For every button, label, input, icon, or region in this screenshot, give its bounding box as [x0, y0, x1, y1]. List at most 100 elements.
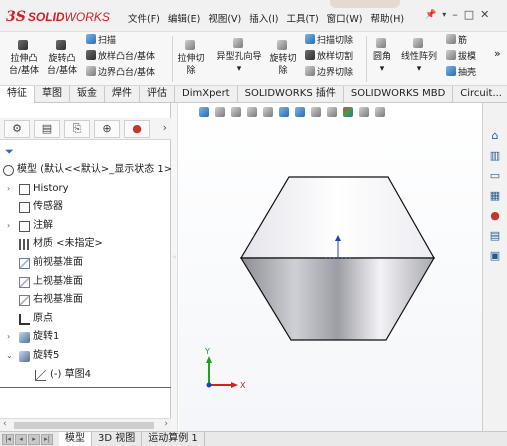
extrude-cut-button[interactable]: 拉伸切 除 [176, 40, 206, 77]
sweep-button[interactable]: 扫描 [86, 34, 116, 47]
feature-tree-tab[interactable]: ⚙ [4, 119, 30, 138]
menu-insert[interactable]: 插入(I) [245, 11, 282, 25]
tab-model[interactable]: 模型 [59, 432, 92, 446]
scroll-left-icon[interactable]: ‹ [3, 419, 7, 429]
next-tab-icon[interactable]: ▸ [28, 433, 40, 445]
tab-evaluate[interactable]: 评估 [140, 86, 175, 103]
lofted-cut-button[interactable]: 放样切割 [305, 50, 353, 63]
menu-view[interactable]: 视图(V) [204, 11, 245, 25]
tab-motion-study[interactable]: 运动算例 1 [142, 432, 205, 446]
property-manager-tab[interactable]: ▤ [34, 119, 60, 138]
hole-wizard-button[interactable]: 异型孔向导 ▾ [212, 38, 266, 75]
tree-item-origin[interactable]: 原点 [0, 310, 171, 329]
tab-3d-view[interactable]: 3D 视图 [92, 432, 143, 446]
fillet-button[interactable]: 圆角 ▾ [370, 38, 394, 75]
tree-item-top-plane[interactable]: 上视基准面 [0, 273, 171, 292]
configuration-manager-tab[interactable]: ⎘ [64, 119, 90, 138]
lower-cone-surface[interactable] [239, 257, 436, 341]
close-button[interactable]: ✕ [480, 8, 489, 21]
design-library-icon[interactable]: ▥ [487, 147, 503, 163]
tab-dimxpert[interactable]: DimXpert [175, 86, 238, 103]
home-icon[interactable]: ⌂ [487, 127, 503, 143]
tab-circuit[interactable]: Circuit... [453, 86, 507, 103]
swept-cut-label: 扫描切除 [317, 36, 354, 46]
expand-icon[interactable]: › [7, 180, 10, 199]
loft-boss-button[interactable]: 放样凸台/基体 [86, 50, 155, 63]
tree-item-sketch4[interactable]: (-) 草图4 [0, 366, 171, 385]
revolve-icon [19, 332, 30, 344]
tab-sheet-metal[interactable]: 钣金 [70, 86, 105, 103]
solidworks-logo[interactable]: 3S SOLIDWORKS [6, 8, 110, 26]
tree-item-front-plane[interactable]: 前视基准面 [0, 254, 171, 273]
shell-label: 抽壳 [458, 68, 477, 78]
panel-scroll-right-icon[interactable]: › [163, 121, 167, 134]
prev-tab-icon[interactable]: ◂ [15, 433, 27, 445]
tab-mbd[interactable]: SOLIDWORKS MBD [344, 86, 454, 103]
tree-label: 原点 [33, 312, 53, 324]
menu-file[interactable]: 文件(F) [124, 11, 164, 25]
file-explorer-icon[interactable]: ▭ [487, 167, 503, 183]
scrollbar-thumb[interactable] [14, 422, 154, 429]
pin-icon[interactable]: 📌 [425, 10, 436, 20]
first-tab-icon[interactable]: |◂ [2, 433, 14, 445]
rollback-bar[interactable] [0, 387, 171, 388]
fillet-dropdown-icon[interactable]: ▾ [380, 64, 385, 74]
boundary-boss-button[interactable]: 边界凸台/基体 [86, 66, 155, 79]
model-viewport[interactable]: Y X [179, 103, 482, 431]
tree-item-material[interactable]: 材质 <未指定> [0, 235, 171, 254]
menu-help[interactable]: 帮助(H) [366, 11, 408, 25]
feature-manager-tabs: ⚙ ▤ ⎘ ⊕ ● › [0, 118, 171, 140]
minimize-button[interactable]: – [452, 8, 458, 21]
forum-icon[interactable]: ▣ [487, 247, 503, 263]
panel-splitter[interactable]: ◦ [171, 103, 178, 431]
swept-cut-button[interactable]: 扫描切除 [305, 34, 353, 47]
tree-item-revolve5[interactable]: ⌄ 旋转5 [0, 347, 171, 366]
tab-features[interactable]: 特征 [0, 86, 35, 103]
menu-tools[interactable]: 工具(T) [282, 11, 322, 25]
rib-button[interactable]: 筋 [446, 34, 467, 47]
tree-item-annotations[interactable]: › 注解 [0, 217, 171, 236]
appearances-icon[interactable]: ● [487, 207, 503, 223]
tree-item-history[interactable]: › History [0, 180, 171, 199]
horizontal-scrollbar[interactable]: ‹ › [0, 418, 171, 431]
expand-icon[interactable]: › [7, 217, 10, 236]
tree-item-right-plane[interactable]: 右视基准面 [0, 291, 171, 310]
funnel-icon[interactable]: ⏷ [5, 145, 14, 159]
tree-model-root[interactable]: 模型 (默认<<默认>_显示状态 1>) [0, 161, 171, 180]
material-icon [19, 239, 30, 251]
revolve-cut-button[interactable]: 旋转切 除 [268, 40, 298, 77]
linear-pattern-dropdown-icon[interactable]: ▾ [417, 64, 422, 74]
tab-weldments[interactable]: 焊件 [105, 86, 140, 103]
history-icon [19, 183, 30, 195]
title-bar: 3S SOLIDWORKS 文件(F) 编辑(E) 视图(V) 插入(I) 工具… [0, 0, 507, 32]
revolve-boss-button[interactable]: 旋转凸 台/基体 [44, 40, 80, 77]
scroll-right-icon[interactable]: › [164, 419, 168, 429]
display-manager-tab[interactable]: ● [124, 119, 150, 138]
model-label: 模型 (默认<<默认>_显示状态 1>) [17, 164, 171, 175]
pin-dropdown-icon[interactable]: ▾ [442, 10, 446, 19]
extrude-boss-button[interactable]: 拉伸凸 台/基体 [6, 40, 42, 77]
custom-properties-icon[interactable]: ▤ [487, 227, 503, 243]
tab-sketch[interactable]: 草图 [35, 86, 70, 103]
expand-icon[interactable]: › [7, 328, 10, 347]
tree-item-revolve1[interactable]: › 旋转1 [0, 328, 171, 347]
collapse-icon[interactable]: ⌄ [6, 347, 13, 366]
last-tab-icon[interactable]: ▸| [41, 433, 53, 445]
tab-addins[interactable]: SOLIDWORKS 插件 [238, 86, 344, 103]
shell-button[interactable]: 抽壳 [446, 66, 476, 79]
dimxpert-manager-tab[interactable]: ⊕ [94, 119, 120, 138]
tree-label: 传感器 [33, 201, 63, 213]
menu-edit[interactable]: 编辑(E) [164, 11, 204, 25]
view-palette-icon[interactable]: ▦ [487, 187, 503, 203]
graphics-area[interactable]: Y X [179, 103, 482, 431]
boundary-cut-button[interactable]: 边界切除 [305, 66, 353, 79]
restore-button[interactable]: □ [464, 8, 474, 21]
menu-window[interactable]: 窗口(W) [323, 11, 367, 25]
hole-wizard-dropdown-icon[interactable]: ▾ [237, 64, 242, 74]
property-manager-icon: ▤ [41, 122, 53, 135]
linear-pattern-button[interactable]: 线性阵列 ▾ [400, 38, 438, 75]
more-commands-button[interactable]: » [494, 48, 501, 60]
draft-button[interactable]: 拔模 [446, 50, 476, 63]
tree-item-sensors[interactable]: 传感器 [0, 198, 171, 217]
extrude-boss-label: 拉伸凸 台/基体 [8, 54, 40, 76]
